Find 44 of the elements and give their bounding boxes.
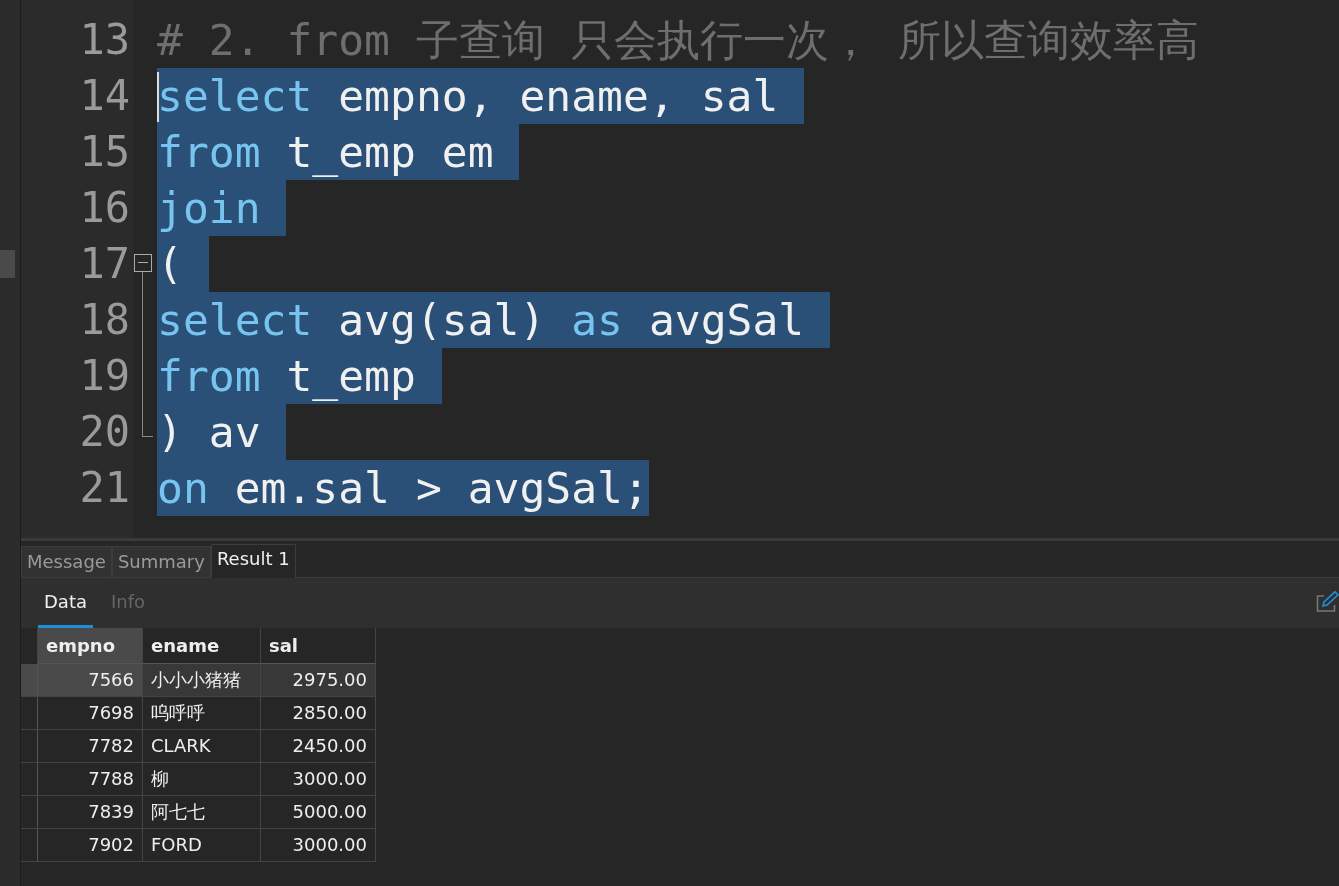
table-cell: 7902 <box>38 829 143 862</box>
line-number: 15 <box>78 126 130 178</box>
line-number: 19 <box>78 350 130 402</box>
row-marker[interactable] <box>21 796 38 829</box>
table-cell: 5000.00 <box>261 796 376 829</box>
line-number: 18 <box>78 294 130 346</box>
table-cell: CLARK <box>143 730 261 763</box>
table-cell: FORD <box>143 829 261 862</box>
table-cell: 7698 <box>38 697 143 730</box>
line-number: 16 <box>78 182 130 234</box>
edit-icon[interactable] <box>1315 591 1339 613</box>
code-line: # 2. from 子查询 只会执行一次， 所以查询效率高 <box>157 14 1199 67</box>
column-header[interactable]: ename <box>143 628 261 664</box>
table-cell: 7788 <box>38 763 143 796</box>
line-number: 21 <box>78 462 130 514</box>
row-marker[interactable] <box>21 829 38 862</box>
column-header[interactable]: sal <box>261 628 376 664</box>
row-marker[interactable] <box>21 664 38 697</box>
table-cell: 7566 <box>38 664 143 697</box>
column-header[interactable]: empno <box>38 628 143 664</box>
row-marker[interactable] <box>21 697 38 730</box>
table-cell: 2975.00 <box>261 664 376 697</box>
fold-toggle-icon[interactable] <box>134 254 152 272</box>
scroll-marker <box>0 250 15 278</box>
table-cell: 柳 <box>143 763 261 796</box>
text-caret <box>157 72 159 122</box>
line-number: 14 <box>78 70 130 122</box>
table-cell: 阿七七 <box>143 796 261 829</box>
row-marker[interactable] <box>21 763 38 796</box>
table-cell: 呜呼呼 <box>143 697 261 730</box>
table-cell: 3000.00 <box>261 763 376 796</box>
result-tab[interactable]: Message <box>21 546 112 578</box>
table-cell: 2450.00 <box>261 730 376 763</box>
line-number: 20 <box>78 406 130 458</box>
result-tab[interactable]: Summary <box>111 546 211 578</box>
line-number: 17 <box>78 238 130 290</box>
result-tab[interactable]: Result 1 <box>210 544 296 578</box>
table-cell: 2850.00 <box>261 697 376 730</box>
table-cell: 7839 <box>38 796 143 829</box>
line-number: 13 <box>78 14 130 66</box>
table-cell: 7782 <box>38 730 143 763</box>
table-cell: 小小小猪猪 <box>143 664 261 697</box>
row-marker[interactable] <box>21 730 38 763</box>
table-cell: 3000.00 <box>261 829 376 862</box>
